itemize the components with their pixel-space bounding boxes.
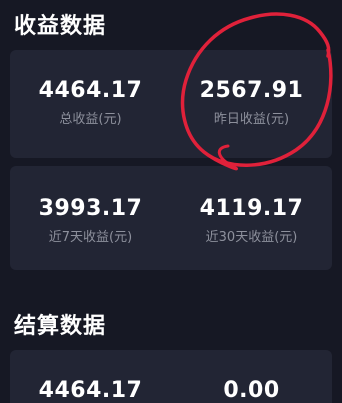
week-income-value: 3993.17	[38, 196, 143, 221]
yesterday-income-value: 2567.91	[199, 78, 304, 103]
settlement-section-title: 结算数据	[14, 314, 107, 339]
total-income-label: 总收益(元)	[59, 112, 122, 127]
settlement-stat-right: 0.00	[171, 378, 332, 403]
total-income-value: 4464.17	[38, 78, 143, 103]
yesterday-income-stat: 2567.91 昨日收益(元)	[171, 78, 332, 127]
settlement-value-left: 4464.17	[38, 378, 143, 403]
week-income-stat: 3993.17 近7天收益(元)	[10, 196, 171, 245]
settlement-stat-left: 4464.17	[10, 378, 171, 403]
settlement-value-right: 0.00	[223, 378, 280, 403]
week-income-label: 近7天收益(元)	[48, 230, 133, 245]
income-card-top: 4464.17 总收益(元) 2567.91 昨日收益(元)	[10, 50, 332, 158]
total-income-stat: 4464.17 总收益(元)	[10, 78, 171, 127]
settlement-card: 4464.17 0.00	[10, 350, 332, 403]
month-income-value: 4119.17	[199, 196, 304, 221]
income-card-bottom: 3993.17 近7天收益(元) 4119.17 近30天收益(元)	[10, 166, 332, 270]
income-section-title: 收益数据	[14, 14, 107, 39]
month-income-label: 近30天收益(元)	[205, 230, 298, 245]
month-income-stat: 4119.17 近30天收益(元)	[171, 196, 332, 245]
yesterday-income-label: 昨日收益(元)	[213, 112, 290, 127]
